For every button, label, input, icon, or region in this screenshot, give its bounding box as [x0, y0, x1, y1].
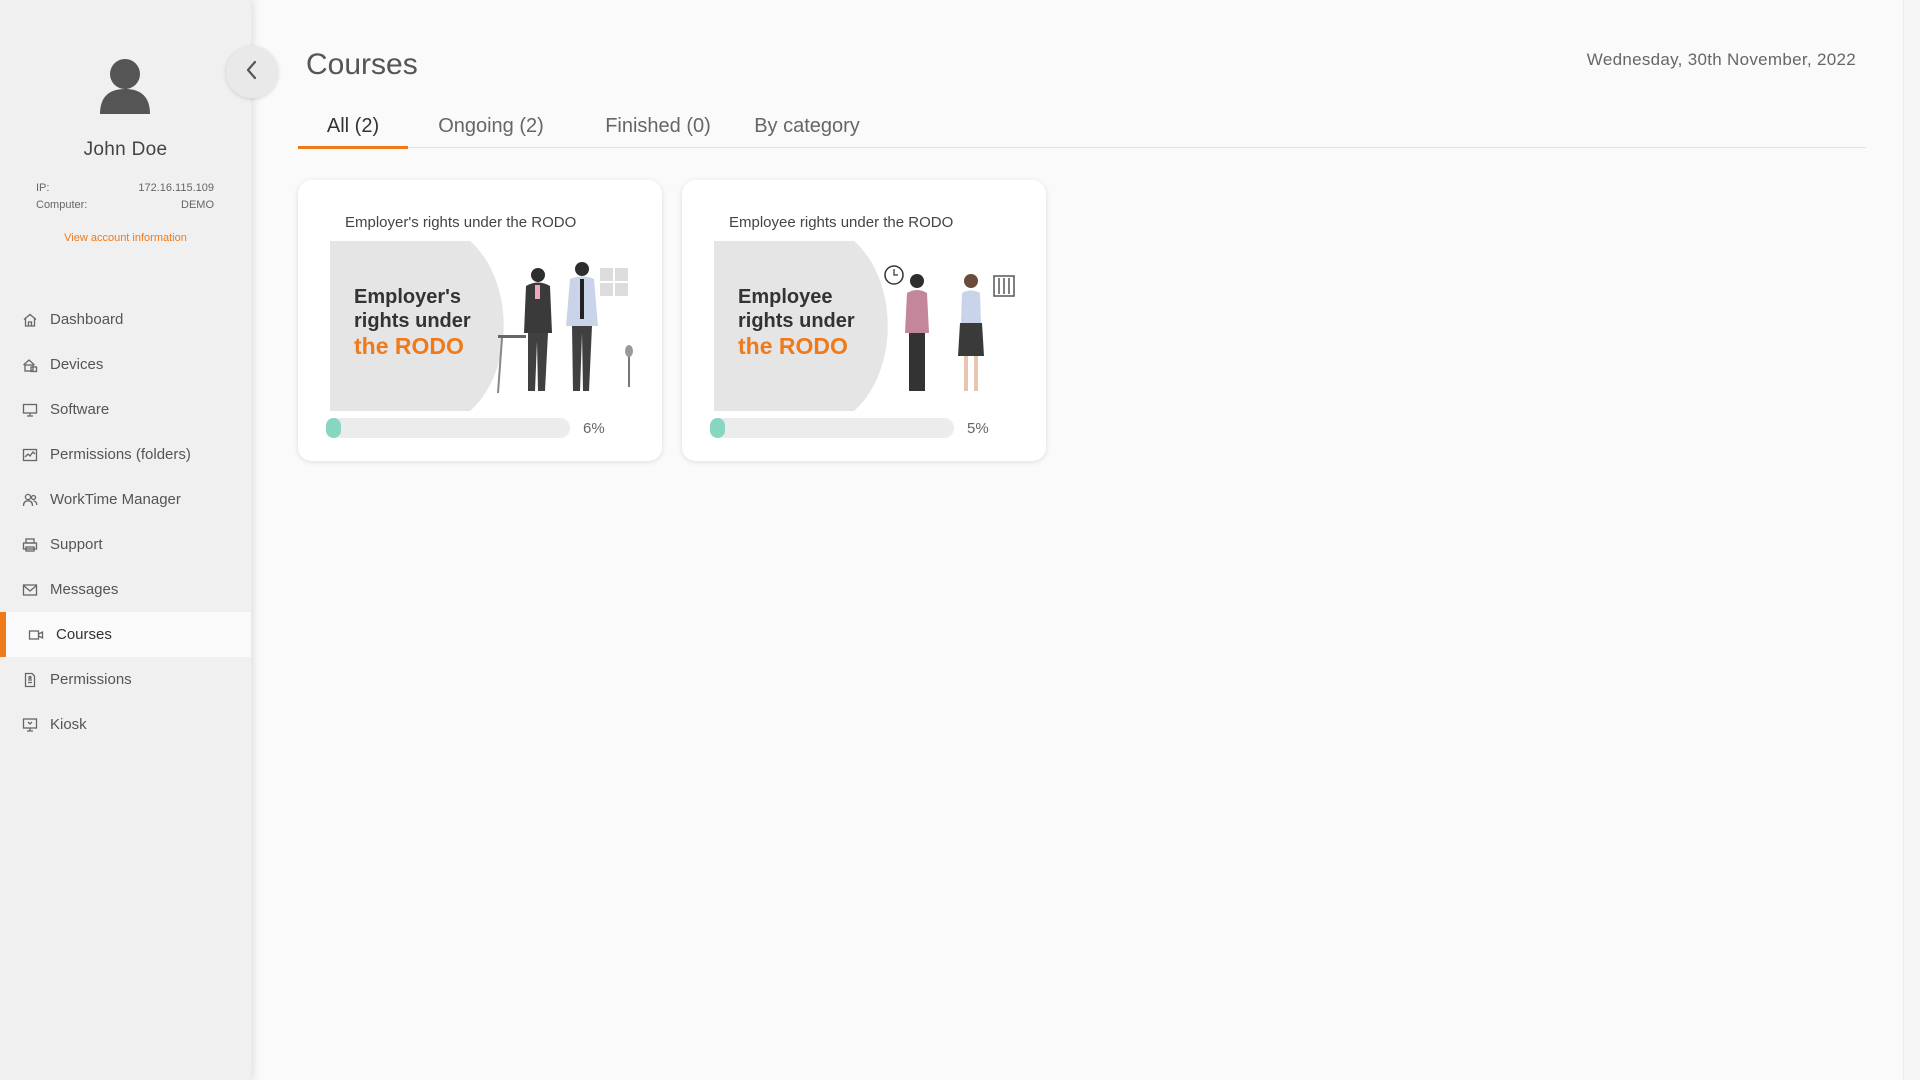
- page-title: Courses: [306, 48, 418, 81]
- collapse-sidebar-button[interactable]: [226, 46, 278, 98]
- sidebar-item-dashboard[interactable]: Dashboard: [0, 297, 251, 342]
- progress-bar: [710, 418, 954, 438]
- sidebar-item-label: WorkTime Manager: [50, 491, 181, 508]
- devices-icon: [22, 357, 38, 373]
- sidebar-item-label: Software: [50, 401, 110, 418]
- computer-label: Computer:: [36, 199, 88, 211]
- course-card[interactable]: Employer's rights under the RODO Employe…: [298, 180, 662, 461]
- progress-fill: [710, 418, 725, 438]
- mail-icon: [22, 582, 38, 598]
- banner-text-line1: Employee: [738, 286, 832, 308]
- kiosk-icon: [22, 717, 38, 733]
- progress-bar: [326, 418, 570, 438]
- sidebar-item-label: Courses: [56, 626, 112, 643]
- ip-label: IP:: [36, 182, 50, 194]
- sidebar-item-label: Messages: [50, 581, 119, 598]
- users-icon: [22, 492, 38, 508]
- chevron-left-icon: [243, 59, 261, 86]
- sidebar-item-permissions-folders[interactable]: Permissions (folders): [0, 432, 251, 477]
- banner-text-line2: rights under: [354, 310, 471, 332]
- page-scrollbar[interactable]: [1903, 0, 1920, 1080]
- sidebar-item-label: Permissions (folders): [50, 446, 191, 463]
- computer-value: DEMO: [181, 199, 214, 211]
- sidebar-item-devices[interactable]: Devices: [0, 342, 251, 387]
- current-date: Wednesday, 30th November, 2022: [1586, 50, 1856, 69]
- banner-text-line2: rights under: [738, 310, 855, 332]
- ip-value: 172.16.115.109: [138, 182, 214, 194]
- sidebar-item-worktime-manager[interactable]: WorkTime Manager: [0, 477, 251, 522]
- user-avatar-icon: [100, 58, 150, 114]
- home-icon: [22, 312, 38, 328]
- sidebar-item-messages[interactable]: Messages: [0, 567, 251, 612]
- banner-text-line3: the RODO: [354, 333, 464, 359]
- printer-icon: [22, 537, 38, 553]
- document-icon: [22, 672, 38, 688]
- tab-finished[interactable]: Finished (0): [574, 104, 742, 148]
- sidebar-item-label: Support: [50, 536, 103, 553]
- view-account-link[interactable]: View account information: [0, 232, 251, 244]
- progress-label: 5%: [967, 420, 989, 437]
- sidebar-item-label: Kiosk: [50, 716, 87, 733]
- banner-text-line1: Employer's: [354, 286, 461, 308]
- ip-row: IP: 172.16.115.109: [36, 182, 214, 194]
- banner-text-line3: the RODO: [738, 333, 848, 359]
- course-banner-image: Employer's rights under the RODO: [330, 241, 636, 411]
- monitor-icon: [22, 402, 38, 418]
- activity-icon: [22, 447, 38, 463]
- user-name: John Doe: [83, 139, 168, 160]
- course-tabs: All (2) Ongoing (2) Finished (0) By cate…: [298, 104, 1866, 149]
- video-icon: [28, 627, 44, 643]
- course-title: Employer's rights under the RODO: [345, 214, 577, 231]
- sidebar-item-permissions[interactable]: Permissions: [0, 657, 251, 702]
- course-title: Employee rights under the RODO: [729, 214, 954, 231]
- course-card[interactable]: Employee rights under the RODO Employee …: [682, 180, 1046, 461]
- tab-all[interactable]: All (2): [298, 104, 408, 149]
- course-banner-image: Employee rights under the RODO: [714, 241, 1020, 411]
- sidebar-item-label: Permissions: [50, 671, 132, 688]
- progress-label: 6%: [583, 420, 605, 437]
- progress-fill: [326, 418, 341, 438]
- computer-row: Computer: DEMO: [36, 199, 214, 211]
- sidebar-item-kiosk[interactable]: Kiosk: [0, 702, 251, 747]
- tab-by-category[interactable]: By category: [742, 104, 872, 148]
- tab-ongoing[interactable]: Ongoing (2): [408, 104, 574, 148]
- sidebar: John Doe IP: 172.16.115.109 Computer: DE…: [0, 0, 251, 1080]
- sidebar-item-courses[interactable]: Courses: [0, 612, 251, 657]
- sidebar-item-software[interactable]: Software: [0, 387, 251, 432]
- sidebar-item-label: Devices: [50, 356, 104, 373]
- sidebar-nav: Dashboard Devices Software Permissions (…: [0, 297, 251, 747]
- sidebar-item-support[interactable]: Support: [0, 522, 251, 567]
- sidebar-item-label: Dashboard: [50, 311, 124, 328]
